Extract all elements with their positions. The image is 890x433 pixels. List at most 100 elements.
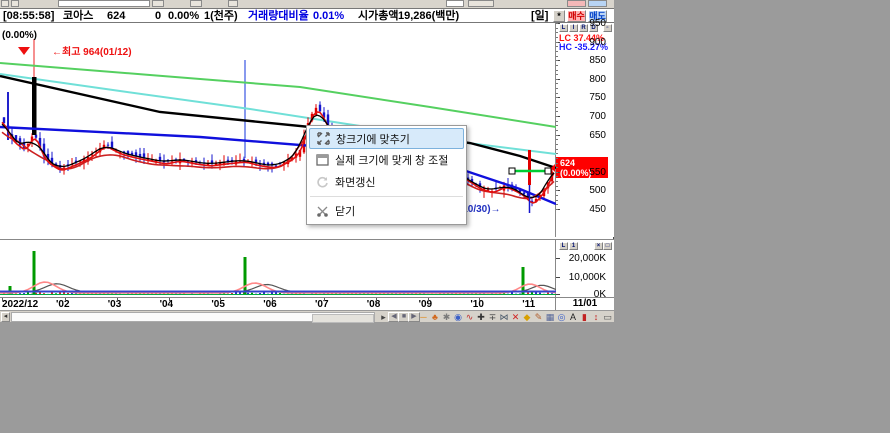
price-tick-800: 800: [589, 74, 606, 85]
scrollbar-thumb[interactable]: [312, 314, 374, 323]
clipped-buy-button: [567, 0, 586, 7]
highlighter-tool-icon[interactable]: ✎: [533, 311, 544, 323]
context-menu-item-3[interactable]: 닫기: [309, 200, 464, 222]
context-menu-item-0[interactable]: 창크기에 맞추기: [309, 128, 464, 149]
pencil-tool-icon[interactable]: ◆: [522, 311, 533, 323]
price-minor-tick: [556, 97, 558, 98]
date-tick: [376, 298, 377, 301]
date-label-7: '08: [367, 299, 381, 310]
price-minor-tick: [556, 186, 558, 187]
buy-button[interactable]: 매수: [567, 10, 586, 22]
high-annotation: ←최고 964(01/12): [52, 43, 132, 58]
price-tick-500: 500: [589, 185, 606, 196]
scroll-left-button[interactable]: ◂: [1, 312, 10, 322]
desktop: { "infobar": { "timestamp": "[08:55:58]"…: [0, 0, 890, 433]
price-minor-tick: [556, 158, 558, 159]
clipped-button: [190, 0, 202, 7]
zoom-tool-icon[interactable]: ◎: [556, 311, 567, 323]
stock-change-pct: 0.00%: [168, 10, 199, 22]
price-minor-tick: [556, 130, 558, 131]
price-minor-tick: [556, 42, 558, 43]
date-label-0: 2022/12: [2, 299, 38, 310]
price-minor-tick: [556, 172, 558, 173]
price-minor-tick: [556, 23, 558, 24]
anchor-tool-icon[interactable]: ♣: [430, 311, 441, 323]
period-label[interactable]: [일]: [531, 10, 548, 22]
channel-tool-icon[interactable]: ⋈: [499, 311, 510, 323]
settings-gear-icon[interactable]: ✱: [441, 311, 452, 323]
price-axis: LIRD ▫ LC 37.44% HC -35.27% 624 (0.00%) …: [556, 23, 614, 237]
context-menu-item-1[interactable]: 실제 크기에 맞게 창 조절: [309, 149, 464, 171]
price-minor-tick: [556, 181, 558, 182]
clipped-button: [228, 0, 238, 7]
date-tick: [324, 298, 325, 301]
selection-rect-icon[interactable]: ▭: [602, 311, 613, 323]
trendline-tool-icon[interactable]: ─: [418, 311, 429, 323]
price-minor-tick: [556, 102, 558, 103]
bar-style-icon[interactable]: ▮: [579, 311, 590, 323]
date-label-9: '10: [470, 299, 484, 310]
chart-scrollbar[interactable]: [11, 312, 375, 322]
volume-chart-pane[interactable]: [0, 239, 556, 297]
analyst-search-icon[interactable]: ◉: [453, 311, 464, 323]
grid-window-icon[interactable]: ▦: [545, 311, 556, 323]
date-tick: [2, 298, 3, 301]
volume-pane-button-1[interactable]: 1: [569, 242, 578, 250]
volume-axis: L1 □× 20,000K10,000K0K: [556, 239, 614, 297]
price-tick-650: 650: [589, 130, 606, 141]
date-tick: [272, 298, 273, 301]
actual-size-icon: [309, 154, 335, 166]
pane-button-r[interactable]: R: [579, 24, 588, 32]
price-minor-tick: [556, 176, 558, 177]
context-menu: 창크기에 맞추기실제 크기에 맞게 창 조절화면갱신닫기: [306, 125, 467, 225]
fibonacci-tool-icon[interactable]: ∓: [487, 311, 498, 323]
date-label-10: '11: [522, 299, 535, 310]
context-menu-item-2[interactable]: 화면갱신: [309, 171, 464, 193]
date-axis: 2022/12'02'03'04'05'06'07'08'09'10'11: [0, 297, 556, 310]
price-minor-tick: [556, 195, 558, 196]
price-minor-tick: [556, 190, 558, 191]
price-minor-tick: [556, 144, 558, 145]
price-minor-tick: [556, 51, 558, 52]
price-tick-750: 750: [589, 92, 606, 103]
wave-pattern-icon[interactable]: ∿: [464, 311, 475, 323]
chart-settings-button[interactable]: *: [553, 10, 565, 22]
volume-ratio-value: 0.01%: [313, 10, 344, 22]
volume-pane-minimize-icon[interactable]: ×: [594, 242, 603, 250]
date-tick: [65, 298, 66, 301]
price-minor-tick: [556, 125, 558, 126]
price-minor-tick: [556, 121, 558, 122]
date-tick: [531, 298, 532, 301]
pane-button-l[interactable]: L: [559, 24, 568, 32]
high-marker-arrow-icon: [18, 47, 30, 55]
context-menu-item-label: 화면갱신: [335, 174, 375, 190]
updown-arrows-icon[interactable]: ↕: [591, 311, 602, 323]
clipped-button: [11, 0, 19, 7]
price-tick-850: 850: [589, 55, 606, 66]
clipped-toolbar-strip: [0, 0, 614, 8]
clipped-button: [152, 0, 164, 7]
price-minor-tick: [556, 56, 558, 57]
volume-tick-0: 20,000K: [569, 253, 606, 264]
price-minor-tick: [556, 200, 558, 201]
volume-tick-1: 10,000K: [569, 272, 606, 283]
stock-price: 624: [107, 10, 125, 22]
volume-pane-close-icon[interactable]: □: [603, 242, 612, 250]
context-menu-item-label: 창크기에 맞추기: [336, 131, 410, 147]
price-minor-tick: [556, 79, 558, 80]
crosshair-tool-icon[interactable]: ✚: [476, 311, 487, 323]
pane-button-i[interactable]: I: [569, 24, 578, 32]
clipped-sell-button: [588, 0, 607, 7]
date-label-3: '04: [160, 299, 174, 310]
fit-to-window-icon: [310, 132, 336, 145]
price-minor-tick: [556, 93, 558, 94]
volume-pane-button-l[interactable]: L: [559, 242, 568, 250]
price-minor-tick: [556, 37, 558, 38]
volume-tick-mark: [556, 294, 560, 295]
stock-info-bar: [08:55:58] 코아스 624 0 0.00% 1(천주) 거래량대비율 …: [0, 8, 614, 23]
price-minor-tick: [556, 74, 558, 75]
market-cap-label: 시가총액: [358, 10, 398, 22]
delete-drawing-icon[interactable]: ✕: [510, 311, 521, 323]
text-tool-icon[interactable]: A: [568, 311, 579, 323]
date-tick: [117, 298, 118, 301]
